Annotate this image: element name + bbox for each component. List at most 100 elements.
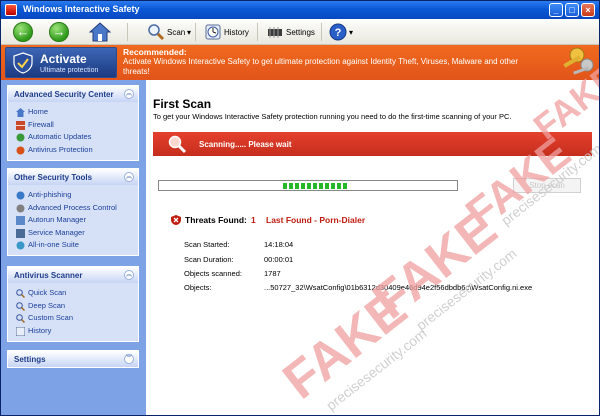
sidebar-item-firewall[interactable]: Firewall <box>16 119 138 132</box>
sidebar-item-anti-phishing[interactable]: Anti-phishing <box>16 189 138 202</box>
settings-button[interactable]: Settings <box>266 23 321 41</box>
recommended-label: Recommended: <box>123 47 187 57</box>
threats-label: Threats Found: <box>185 215 247 225</box>
toolbar-separator <box>195 23 196 41</box>
scan-status-bar: Scanning..... Please wait <box>153 132 592 156</box>
scan-duration-value: 00:00:01 <box>264 255 294 264</box>
last-found: Last Found - Porn-Dialer <box>266 215 366 225</box>
sidebar-item-all-in-one[interactable]: All-in-one Suite <box>16 239 138 252</box>
progress-segment <box>343 183 347 189</box>
shield-icon <box>13 52 33 74</box>
scan-duration-label: Scan Duration: <box>184 255 234 264</box>
help-icon: ? <box>329 23 347 41</box>
chip-icon <box>268 27 282 38</box>
progress-segment <box>331 183 335 189</box>
progress-segment <box>307 183 311 189</box>
expand-icon[interactable]: ︾ <box>124 354 134 364</box>
progress-segment <box>295 183 299 189</box>
keys-icon <box>563 47 594 75</box>
page-subtitle: To get your Windows Interactive Safety p… <box>153 112 512 121</box>
panel-header[interactable]: Settings ︾ <box>8 351 138 367</box>
sidebar-item-service-manager[interactable]: Service Manager <box>16 227 138 240</box>
close-button[interactable]: × <box>581 3 595 17</box>
progress-segment <box>283 183 287 189</box>
threat-icon <box>171 215 181 225</box>
history-button[interactable]: History <box>204 23 254 41</box>
scan-started-label: Scan Started: <box>184 240 230 249</box>
maximize-button[interactable]: □ <box>565 3 579 17</box>
panel-other-security-tools: Other Security Tools ︽ Anti-phishing Adv… <box>7 168 139 256</box>
recommendation-banner: Activate Ultimate protection Recommended… <box>1 45 599 80</box>
app-shield-icon <box>5 4 17 16</box>
sidebar-item-history[interactable]: History <box>16 325 138 338</box>
help-button[interactable]: ? ▾ <box>329 23 359 41</box>
scan-progress-bar <box>158 180 458 191</box>
sidebar-item-autorun-manager[interactable]: Autorun Manager <box>16 214 138 227</box>
recommended-message: Activate Windows Interactive Safety to g… <box>123 57 519 76</box>
progress-segment <box>325 183 329 189</box>
magnifier-icon <box>16 301 25 311</box>
magnifier-icon <box>148 24 165 41</box>
antivirus-icon <box>16 146 25 154</box>
sidebar-item-process-control[interactable]: Advanced Process Control <box>16 202 138 215</box>
anti-phishing-icon <box>16 191 25 200</box>
magnifier-icon <box>168 135 187 154</box>
scan-dropdown-icon: ▾ <box>187 28 192 37</box>
magnifier-icon <box>16 314 25 323</box>
panel-antivirus-scanner: Antivirus Scanner ︽ Quick Scan Deep Scan… <box>7 266 139 342</box>
process-control-icon <box>16 204 25 212</box>
objects-label: Objects: <box>184 283 212 292</box>
minimize-button[interactable]: _ <box>549 3 563 17</box>
magnifier-icon <box>16 289 25 298</box>
window-title: Windows Interactive Safety <box>23 4 140 14</box>
main-content: First Scan To get your Windows Interacti… <box>146 80 599 415</box>
collapse-icon[interactable]: ︽ <box>124 270 134 280</box>
progress-segment <box>313 183 317 189</box>
progress-segment <box>289 183 293 189</box>
autorun-icon <box>16 216 25 225</box>
scan-button[interactable]: Scan ▾ <box>147 23 197 41</box>
app-window: Windows Interactive Safety _ □ × ← → Sca… <box>0 0 600 416</box>
home-icon <box>16 108 25 117</box>
panel-settings: Settings ︾ <box>7 350 139 368</box>
activate-button[interactable]: Activate Ultimate protection <box>5 47 117 78</box>
panel-header[interactable]: Other Security Tools ︽ <box>8 169 138 185</box>
collapse-icon[interactable]: ︽ <box>124 172 134 182</box>
objects-value: ...50727_32\WsatConfig\01b6312d30409e46d… <box>264 283 533 292</box>
toolbar: ← → Scan ▾ History Settings ? ▾ <box>1 19 599 45</box>
objects-scanned-label: Objects scanned: <box>184 269 242 278</box>
firewall-icon <box>16 120 25 130</box>
sidebar-item-home[interactable]: Home <box>16 106 138 119</box>
sidebar-item-antivirus[interactable]: Antivirus Protection <box>16 144 138 157</box>
sidebar-item-custom-scan[interactable]: Custom Scan <box>16 312 138 325</box>
threats-count: 1 <box>251 215 256 225</box>
sidebar-item-updates[interactable]: Automatic Updates <box>16 131 138 144</box>
objects-scanned-value: 1787 <box>264 269 281 278</box>
scan-started-value: 14:18:04 <box>264 240 294 249</box>
sidebar-item-quick-scan[interactable]: Quick Scan <box>16 287 138 300</box>
updates-icon <box>16 133 25 142</box>
svg-text:?: ? <box>335 27 342 39</box>
toolbar-separator <box>127 23 128 41</box>
home-icon[interactable] <box>88 22 112 42</box>
toolbar-separator <box>257 23 258 41</box>
title-bar: Windows Interactive Safety _ □ × <box>1 1 599 19</box>
forward-button[interactable]: → <box>49 22 69 42</box>
collapse-icon[interactable]: ︽ <box>124 89 134 99</box>
back-button[interactable]: ← <box>13 22 33 42</box>
history-icon <box>205 24 221 40</box>
sidebar: Advanced Security Center ︽ Home Firewall… <box>1 80 146 415</box>
progress-segment <box>319 183 323 189</box>
page-title: First Scan <box>153 97 212 111</box>
toolbar-separator <box>321 23 322 41</box>
panel-header[interactable]: Advanced Security Center ︽ <box>8 86 138 102</box>
stop-scan-button[interactable]: Stop scan <box>513 178 581 193</box>
panel-header[interactable]: Antivirus Scanner ︽ <box>8 267 138 283</box>
globe-icon <box>16 241 25 250</box>
help-dropdown-icon: ▾ <box>349 28 354 37</box>
sidebar-item-deep-scan[interactable]: Deep Scan <box>16 300 138 313</box>
service-manager-icon <box>16 228 25 238</box>
history-icon <box>16 326 25 336</box>
progress-segment <box>301 183 305 189</box>
panel-advanced-security: Advanced Security Center ︽ Home Firewall… <box>7 85 139 161</box>
